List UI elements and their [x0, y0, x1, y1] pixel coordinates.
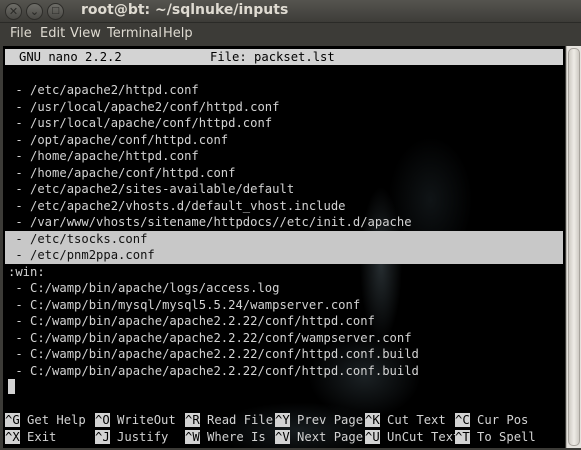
menu-terminal[interactable]: Terminal — [107, 26, 162, 41]
shortcut-item: ^J Justify — [95, 429, 168, 446]
shortcut-key: ^J — [95, 430, 110, 444]
editor-line[interactable]: - /usr/local/apache2/conf/httpd.conf — [5, 99, 563, 116]
shortcut-item: ^W Where Is — [185, 429, 266, 446]
shortcut-label: Justify — [109, 430, 169, 444]
editor-line[interactable]: - /etc/tsocks.conf — [5, 230, 563, 247]
shortcut-item: ^X Exit — [5, 429, 56, 446]
editor-line[interactable]: - /var/www/vhosts/sitename/httpdocs//etc… — [5, 214, 563, 231]
scrollbar-thumb[interactable] — [568, 48, 580, 446]
terminal-area[interactable]: GNU nano 2.2.2 File: packset.lst - /etc/… — [3, 46, 565, 448]
menu-view[interactable]: View — [70, 26, 101, 41]
menu-bar: File Edit View Terminal Help — [0, 23, 581, 45]
menu-edit[interactable]: Edit — [40, 26, 65, 41]
shortcut-key: ^W — [185, 430, 200, 444]
shortcut-label: Prev Page — [289, 413, 364, 427]
terminal-window: ✕ ⌄ □ root@bt: ~/sqlnuke/inputs File Edi… — [0, 0, 581, 450]
editor-line[interactable]: - /etc/apache2/vhosts.d/default_vhost.in… — [5, 198, 563, 215]
shortcut-label: WriteOut — [109, 413, 176, 427]
editor-line[interactable]: - /home/apache/conf/httpd.conf — [5, 165, 563, 182]
text-cursor — [8, 379, 15, 394]
editor-line[interactable]: - C:/wamp/bin/apache/apache2.2.22/conf/w… — [5, 330, 563, 347]
editor-line[interactable]: - C:/wamp/bin/apache/apache2.2.22/conf/h… — [5, 363, 563, 380]
shortcut-label: Where Is — [199, 430, 266, 444]
editor-line[interactable]: - C:/wamp/bin/mysql/mysql5.5.24/wampserv… — [5, 297, 563, 314]
editor-line[interactable]: - /etc/apache2/httpd.conf — [5, 82, 563, 99]
shortcut-label: Cur Pos — [469, 413, 529, 427]
shortcut-label: Next Page — [289, 430, 364, 444]
editor-line[interactable]: - /opt/apache/conf/httpd.conf — [5, 132, 563, 149]
shortcut-key: ^X — [5, 430, 20, 444]
nano-version: GNU nano 2.2.2 — [19, 50, 122, 64]
shortcut-bar: ^G Get Help ^O WriteOut ^R Read File ^Y Pre… — [5, 412, 565, 446]
shortcut-item: ^O WriteOut — [95, 412, 176, 429]
maximize-icon[interactable]: □ — [47, 3, 64, 20]
shortcut-key: ^V — [275, 430, 290, 444]
editor-line[interactable]: :win: — [5, 264, 563, 281]
shortcut-item: ^T To Spell — [455, 429, 536, 446]
title-bar[interactable]: ✕ ⌄ □ root@bt: ~/sqlnuke/inputs — [0, 0, 581, 23]
shortcut-label: Get Help — [19, 413, 86, 427]
shortcut-key: ^C — [455, 413, 470, 427]
shortcut-item: ^R Read File — [185, 412, 273, 429]
minimize-icon[interactable]: ⌄ — [26, 3, 43, 20]
editor-line[interactable]: - /etc/pnm2ppa.conf — [5, 247, 563, 264]
shortcut-item: ^G Get Help — [5, 412, 86, 429]
shortcut-item: ^V Next Page — [275, 429, 363, 446]
editor-line[interactable]: - C:/wamp/bin/apache/logs/access.log — [5, 280, 563, 297]
shortcut-label: Exit — [19, 430, 57, 444]
editor-line[interactable]: - /home/apache/httpd.conf — [5, 148, 563, 165]
shortcut-key: ^Y — [275, 413, 290, 427]
shortcut-label: Cut Text — [379, 413, 446, 427]
shortcut-item: ^C Cur Pos — [455, 412, 528, 429]
editor-line[interactable]: - /usr/local/apache/conf/httpd.conf — [5, 115, 563, 132]
shortcut-item: ^K Cut Text — [365, 412, 446, 429]
editor-line[interactable]: - /etc/apache2/sites-available/default — [5, 181, 563, 198]
menu-help[interactable]: Help — [163, 26, 193, 41]
shortcut-key: ^T — [455, 430, 470, 444]
shortcut-item: ^Y Prev Page — [275, 412, 363, 429]
shortcut-label: UnCut Text — [379, 430, 461, 444]
window-title: root@bt: ~/sqlnuke/inputs — [81, 2, 289, 18]
shortcut-key: ^U — [365, 430, 380, 444]
shortcut-key: ^R — [185, 413, 200, 427]
cursor-line[interactable] — [5, 379, 563, 396]
scrollbar[interactable] — [566, 46, 581, 448]
shortcut-label: Read File — [199, 413, 274, 427]
shortcut-label: To Spell — [469, 430, 536, 444]
editor-buffer[interactable]: - /etc/apache2/httpd.conf - /usr/local/a… — [5, 82, 563, 396]
shortcut-item: ^U UnCut Text — [365, 429, 460, 446]
shortcut-key: ^G — [5, 413, 20, 427]
editor-line[interactable]: - C:/wamp/bin/apache/apache2.2.22/conf/h… — [5, 313, 563, 330]
menu-file[interactable]: File — [10, 26, 32, 41]
shortcut-key: ^O — [95, 413, 110, 427]
editor-line[interactable]: - C:/wamp/bin/apache/apache2.2.22/conf/h… — [5, 346, 563, 363]
nano-file-name: File: packset.lst — [210, 50, 335, 64]
shortcut-key: ^K — [365, 413, 380, 427]
close-icon[interactable]: ✕ — [5, 3, 22, 20]
nano-header: GNU nano 2.2.2 File: packset.lst — [5, 49, 563, 65]
